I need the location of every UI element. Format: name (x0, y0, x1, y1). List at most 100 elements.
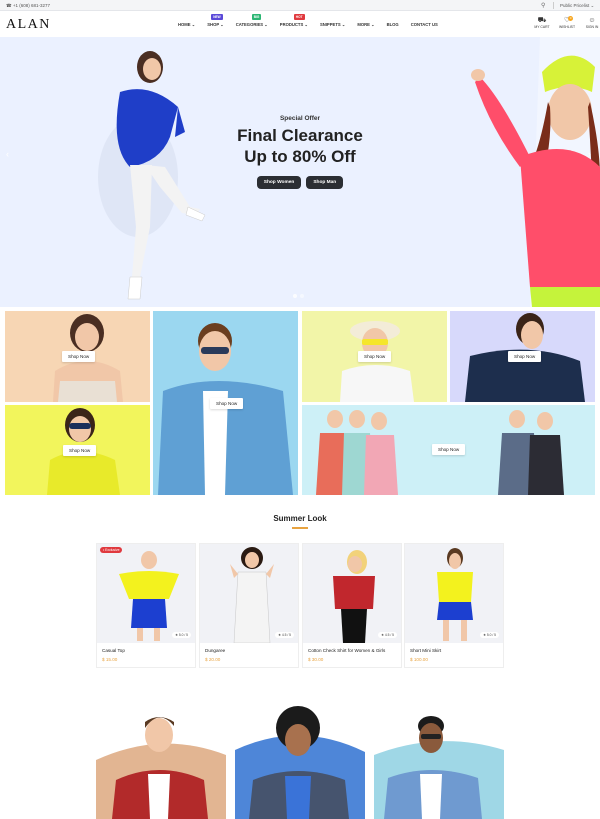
hero-next-arrow[interactable]: › (588, 149, 591, 159)
category-tile-4[interactable]: Shop Now (302, 311, 447, 402)
product-card[interactable]: ★ 4.5 / 5 Dungaree $ 20.00 (199, 543, 299, 668)
exclusive-badge: • Exclusive (100, 547, 123, 553)
nav-snippets-label: SNIPPETS ⌄ (319, 22, 346, 27)
shop-now-button[interactable]: Shop Now (358, 351, 392, 362)
category-tile-3[interactable]: Shop Now (153, 311, 298, 495)
product-price: $ 30.00 (308, 657, 324, 662)
hero-pagination (293, 294, 304, 298)
category-tile-1[interactable]: Shop Now (5, 311, 150, 402)
product-card[interactable]: ★ 4.5 / 5 Cotton Check Shirt for Women &… (302, 543, 402, 668)
signin-button[interactable]: ☺ SIGN IN (584, 17, 600, 29)
user-icon: ☺ (588, 17, 596, 24)
nav-badge-hot: HOT (293, 14, 305, 20)
nav-more[interactable]: MORE ⌄ (351, 22, 380, 32)
nav-blog[interactable]: BLOG (381, 22, 405, 32)
nav-products-label: PRODUCTS ⌄ (279, 22, 308, 27)
section-title: Summer Look (273, 514, 327, 523)
shop-women-button[interactable]: Shop Women (256, 176, 302, 189)
hero-content: Special Offer Final Clearance Up to 80% … (200, 115, 400, 189)
wishlist-label: WISHLIST (559, 25, 576, 29)
nav-snippets[interactable]: SNIPPETS ⌄ (314, 22, 351, 32)
team-member-1 (96, 690, 226, 819)
shop-now-button[interactable]: Shop Now (63, 445, 97, 456)
nav-categories[interactable]: BIG CATEGORIES ⌄ (230, 14, 274, 32)
product-photo (333, 550, 375, 643)
product-image[interactable]: • Exclusive ★ 5.0 / 5 (97, 544, 195, 643)
nav-badge-new: NEW (211, 14, 223, 20)
nav-shop-label: SHOP ⌄ (207, 22, 224, 27)
product-rating: ★ 5.0 / 5 (479, 632, 499, 638)
team-member-2 (235, 690, 365, 819)
nav-badge-big: BIG (251, 14, 262, 20)
pricelist-dropdown[interactable]: Public Pricelist ⌄ (560, 3, 594, 9)
main-nav: HOME ⌄ NEW SHOP ⌄ BIG CATEGORIES ⌄ HOT PROD… (172, 14, 444, 32)
hero-dot-1[interactable] (293, 294, 297, 298)
product-rating: ★ 4.5 / 5 (377, 632, 397, 638)
product-name[interactable]: Dungaree (205, 648, 225, 653)
cart-button[interactable]: ⛟ MY CART (534, 17, 550, 29)
person-photo (374, 716, 504, 819)
product-image[interactable]: ★ 5.0 / 5 (405, 544, 503, 643)
nav-products[interactable]: HOT PRODUCTS ⌄ (274, 14, 314, 32)
nav-blog-label: BLOG (386, 22, 399, 27)
product-rating: ★ 5.0 / 5 (171, 632, 191, 638)
hero-subtitle: Special Offer (279, 115, 321, 122)
main-header: ALAN HOME ⌄ NEW SHOP ⌄ BIG CATEGORIES ⌄ HO… (0, 11, 600, 37)
nav-home-label: HOME ⌄ (178, 22, 196, 27)
signin-label: SIGN IN (585, 25, 599, 29)
shop-now-button[interactable]: Shop Now (210, 398, 244, 409)
hero-prev-arrow[interactable]: ‹ (6, 149, 9, 159)
shop-man-button[interactable]: Shop Man (306, 176, 344, 189)
product-price: $ 20.00 (205, 657, 221, 662)
category-tile-5[interactable]: Shop Now (450, 311, 595, 402)
product-image[interactable]: ★ 4.5 / 5 (303, 544, 401, 643)
category-tile-6[interactable]: Shop Now (302, 405, 595, 495)
person-photo (96, 717, 226, 819)
wishlist-count: 0 (568, 16, 574, 21)
shop-now-button[interactable]: Shop Now (432, 444, 466, 455)
product-rating: ★ 4.5 / 5 (274, 632, 294, 638)
divider (553, 2, 554, 9)
hero-buttons: Shop Women Shop Man (200, 176, 400, 189)
product-name[interactable]: Short Mini Skirt (410, 648, 441, 653)
phone-text: +1 (608) 681-3277 (12, 3, 51, 8)
wishlist-button[interactable]: ♡ 0 WISHLIST (559, 16, 576, 29)
section-underline (292, 527, 308, 529)
nav-home[interactable]: HOME ⌄ (172, 22, 201, 32)
person-photo (235, 706, 365, 819)
heart-icon: ♡ 0 (563, 16, 574, 24)
nav-shop[interactable]: NEW SHOP ⌄ (201, 14, 229, 32)
nav-categories-label: CATEGORIES ⌄ (235, 22, 268, 27)
product-name[interactable]: Cotton Check Shirt for Women & Girls (308, 648, 385, 653)
hero-banner: ‹ › Special Offer Final Clearance Up to … (0, 37, 600, 307)
hero-title-line1: Final Clearance (237, 126, 363, 145)
hero-right-model (471, 37, 600, 307)
hero-dot-2[interactable] (300, 294, 304, 298)
product-price: $ 15.00 (102, 657, 118, 662)
product-photo (437, 548, 473, 641)
logo[interactable]: ALAN (6, 17, 51, 33)
nav-contact-label: CONTACT US (410, 22, 438, 27)
product-name[interactable]: Casual Top (102, 648, 125, 653)
nav-contact[interactable]: CONTACT US (405, 22, 444, 32)
product-card[interactable]: ★ 5.0 / 5 Short Mini Skirt $ 100.00 (404, 543, 504, 668)
team-member-3 (374, 690, 504, 819)
product-card[interactable]: • Exclusive ★ 5.0 / 5 Casual Top $ 15.00 (96, 543, 196, 668)
shop-now-button[interactable]: Shop Now (508, 351, 542, 362)
pricelist-label: Public Pricelist (560, 3, 590, 8)
hero-title-line2: Up to 80% Off (244, 147, 356, 166)
nav-more-label: MORE ⌄ (357, 22, 375, 27)
product-price: $ 100.00 (410, 657, 428, 662)
search-icon[interactable]: ⚲ (541, 2, 545, 9)
phone-number[interactable]: ☎ +1 (608) 681-3277 (6, 3, 50, 9)
cart-icon: ⛟ (537, 17, 547, 24)
product-photo (230, 547, 274, 643)
product-image[interactable]: ★ 4.5 / 5 (200, 544, 298, 643)
hero-left-model (98, 51, 206, 300)
hero-title: Final Clearance Up to 80% Off (200, 125, 400, 167)
shop-now-button[interactable]: Shop Now (62, 351, 96, 362)
header-icons: ⛟ MY CART ♡ 0 WISHLIST ☺ SIGN IN (534, 16, 600, 29)
product-photo (119, 551, 179, 641)
category-tile-2[interactable]: Shop Now (5, 405, 150, 495)
top-bar: ☎ +1 (608) 681-3277 ⚲ Public Pricelist ⌄ (0, 0, 600, 11)
